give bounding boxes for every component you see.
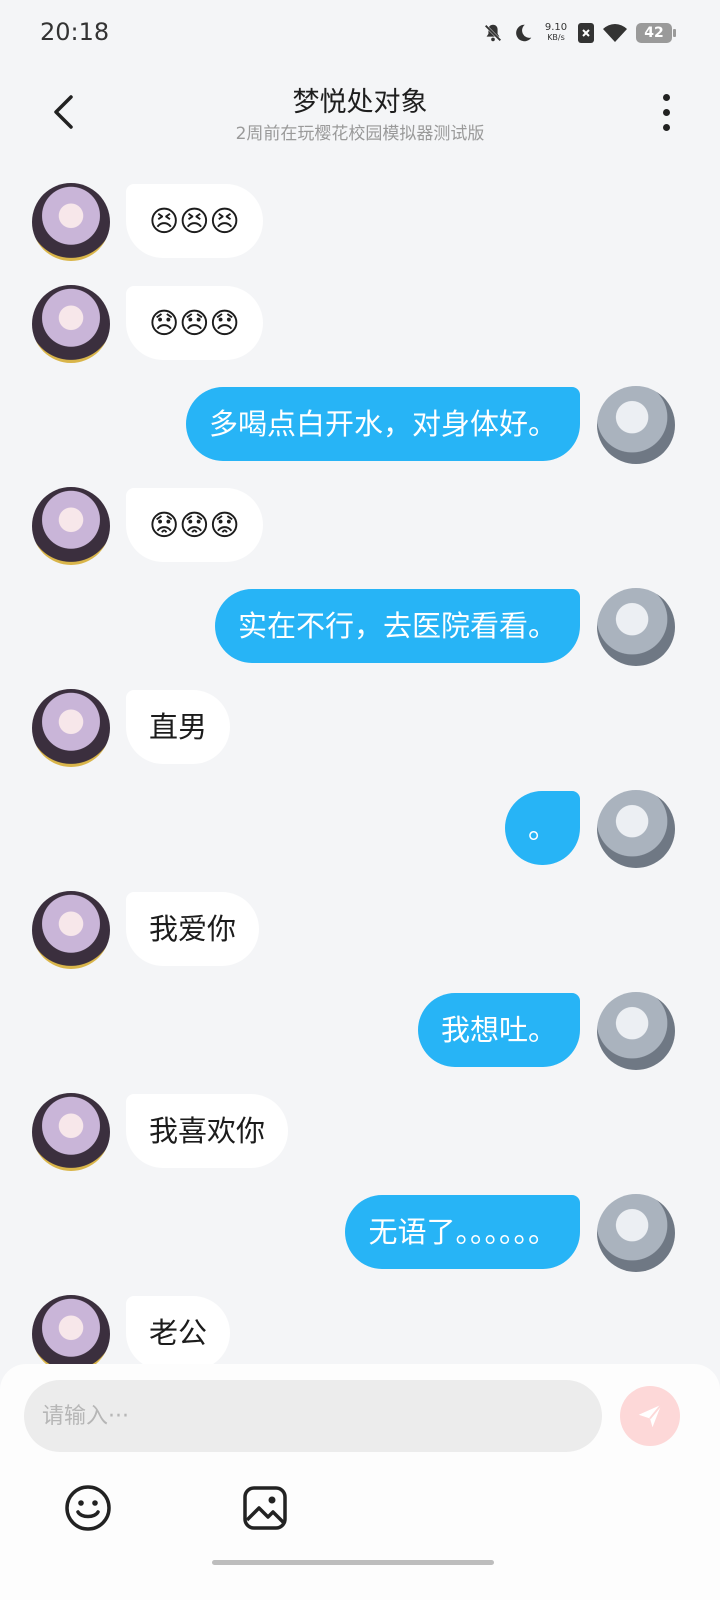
page-subtitle: 2周前在玩樱花校园模拟器测试版	[235, 124, 485, 144]
message-bubble[interactable]: 😣😣😣	[126, 184, 263, 258]
avatar[interactable]	[32, 1295, 110, 1366]
wifi-icon	[602, 22, 628, 44]
sim-x-icon	[578, 22, 594, 44]
message-row: 我想吐。	[0, 990, 720, 1070]
avatar[interactable]	[32, 1093, 110, 1171]
message-bubble[interactable]: 。	[504, 791, 580, 865]
avatar[interactable]	[597, 386, 675, 464]
message-row: 无语了。。。。。。	[0, 1192, 720, 1272]
emoji-button[interactable]	[64, 1484, 112, 1532]
message-row: 😞😞😞	[0, 283, 720, 363]
send-button[interactable]	[620, 1386, 680, 1446]
moon-icon	[512, 22, 534, 44]
battery-icon: 42	[636, 23, 676, 43]
image-icon	[243, 1486, 287, 1530]
avatar[interactable]	[597, 1194, 675, 1272]
message-row: 。	[0, 788, 720, 868]
more-dot	[662, 123, 670, 131]
status-bar: 20:18 9.10 KB/s 42	[0, 0, 720, 66]
net-speed-unit: KB/s	[547, 33, 565, 42]
message-input[interactable]	[24, 1380, 602, 1452]
net-speed: 9.10 KB/s	[542, 23, 570, 43]
status-time: 20:18	[40, 18, 110, 46]
avatar[interactable]	[32, 689, 110, 767]
avatar[interactable]	[32, 487, 110, 565]
message-bubble[interactable]: 无语了。。。。。。	[345, 1195, 580, 1269]
image-button[interactable]	[241, 1484, 289, 1532]
message-bubble[interactable]: 我想吐。	[417, 993, 580, 1067]
message-row: 老公	[0, 1293, 720, 1366]
message-bubble[interactable]: 直男	[126, 690, 231, 764]
message-bubble[interactable]: 老公	[126, 1296, 231, 1366]
home-indicator[interactable]	[212, 1560, 494, 1565]
message-row: 😣😣😣	[0, 181, 720, 261]
message-bubble[interactable]: 实在不行，去医院看看。	[214, 589, 580, 663]
message-bubble[interactable]: 多喝点白开水，对身体好。	[185, 387, 580, 461]
message-row: 😟😟😟	[0, 485, 720, 565]
avatar[interactable]	[32, 183, 110, 261]
message-row: 我爱你	[0, 889, 720, 969]
message-bubble[interactable]: 我爱你	[126, 892, 260, 966]
more-dot	[662, 108, 670, 116]
message-bubble[interactable]: 我喜欢你	[126, 1094, 289, 1168]
message-row: 我喜欢你	[0, 1091, 720, 1171]
avatar[interactable]	[32, 285, 110, 363]
chat-header: 梦悦处对象 2周前在玩樱花校园模拟器测试版	[0, 66, 720, 159]
bell-off-icon	[482, 22, 504, 44]
message-row: 多喝点白开水，对身体好。	[0, 384, 720, 464]
more-vertical-icon	[662, 93, 670, 101]
chat-list[interactable]: 😣😣😣 😞😞😞 多喝点白开水，对身体好。 😟😟😟 实在不行，去医院看看。 直男 …	[0, 159, 720, 1366]
avatar[interactable]	[597, 790, 675, 868]
avatar[interactable]	[597, 588, 675, 666]
message-row: 实在不行，去医院看看。	[0, 586, 720, 666]
avatar[interactable]	[32, 891, 110, 969]
send-icon	[638, 1404, 662, 1428]
page-title: 梦悦处对象	[292, 87, 428, 118]
status-icons: 9.10 KB/s 42	[482, 18, 676, 48]
message-row: 直男	[0, 687, 720, 767]
message-bubble[interactable]: 😞😞😞	[126, 286, 263, 360]
message-bubble[interactable]: 😟😟😟	[126, 488, 263, 562]
emoji-smile-icon	[65, 1485, 111, 1531]
net-speed-value: 9.10	[544, 22, 568, 33]
avatar[interactable]	[597, 992, 675, 1070]
more-options-button[interactable]	[642, 88, 690, 136]
